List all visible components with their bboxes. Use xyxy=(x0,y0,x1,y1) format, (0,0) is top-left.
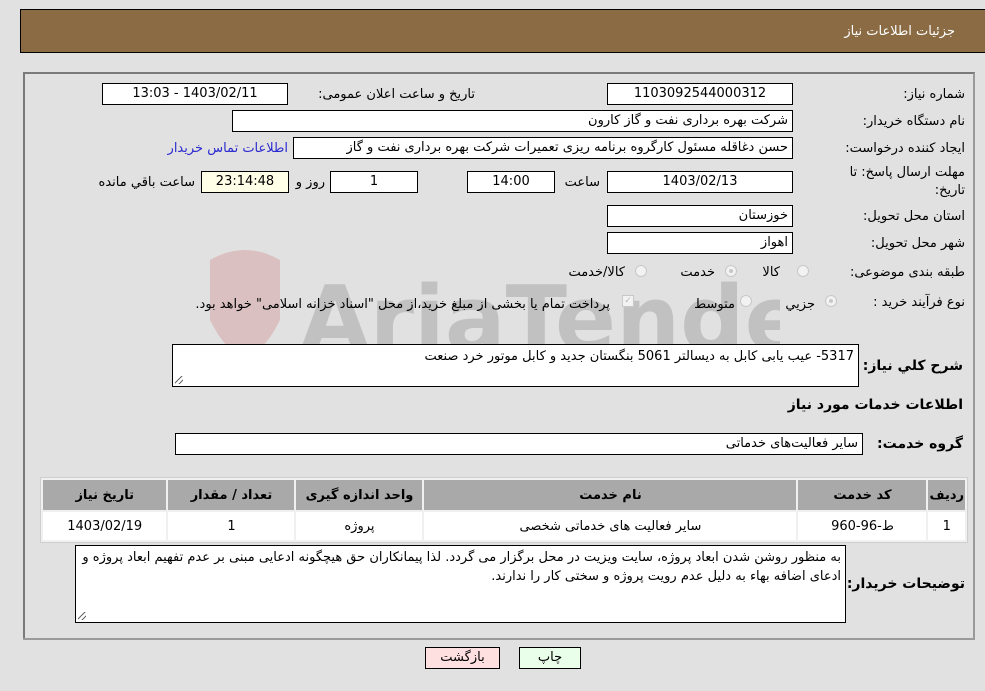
cell-service-name: سایر فعالیت های خدماتی شخصی xyxy=(424,512,797,540)
service-group-field: سایر فعالیت‌های خدماتی xyxy=(175,433,863,455)
process-option-minor: جزيي xyxy=(785,297,815,312)
col-row-number: ردیف xyxy=(928,480,965,510)
province-label: استان محل تحویل: xyxy=(863,209,965,224)
table-header-row: ردیف کد خدمت نام خدمت واحد اندازه گیری ت… xyxy=(43,480,965,510)
description-label: شرح کلي نیاز: xyxy=(862,358,963,374)
requester-field: حسن دغاقله مسئول کارگروه برنامه ریزی تعم… xyxy=(293,137,793,159)
col-quantity: تعداد / مقدار xyxy=(168,480,295,510)
cell-quantity: 1 xyxy=(168,512,295,540)
deadline-time-field: 14:00 xyxy=(467,171,555,193)
page-title: جزئیات اطلاعات نیاز xyxy=(844,24,955,39)
remaining-time-field: 23:14:48 xyxy=(201,171,289,193)
treasury-checkbox[interactable]: ✓ xyxy=(622,295,634,307)
announce-datetime-label: تاریخ و ساعت اعلان عمومی: xyxy=(318,87,475,102)
buyer-notes-label: توضیحات خریدار: xyxy=(846,576,965,592)
category-radio-goods[interactable] xyxy=(797,265,809,277)
col-service-name: نام خدمت xyxy=(424,480,797,510)
services-table: ردیف کد خدمت نام خدمت واحد اندازه گیری ت… xyxy=(40,477,968,543)
service-group-label: گروه خدمت: xyxy=(877,436,963,452)
treasury-note: پرداخت تمام یا بخشی از مبلغ خرید،از محل … xyxy=(195,297,610,312)
col-service-code: کد خدمت xyxy=(798,480,927,510)
announce-datetime-field: 1403/02/11 - 13:03 xyxy=(102,83,288,105)
category-label: طبقه بندی موضوعی: xyxy=(849,265,965,280)
remaining-days-field: 1 xyxy=(330,171,418,193)
days-label: روز و xyxy=(295,175,325,190)
table-row: 1 ط-96-960 سایر فعالیت های خدماتی شخصی پ… xyxy=(43,512,965,540)
page-header: جزئیات اطلاعات نیاز xyxy=(20,9,985,53)
city-field: اهواز xyxy=(607,232,793,254)
col-unit: واحد اندازه گیری xyxy=(296,480,423,510)
back-button[interactable]: بازگشت xyxy=(425,647,500,669)
deadline-date-field: 1403/02/13 xyxy=(607,171,793,193)
resize-grip-icon[interactable] xyxy=(78,612,86,620)
requester-label: ایجاد کننده درخواست: xyxy=(845,141,965,156)
description-text: 5317- عیب یابی کابل به دیسالتر 5061 بنگس… xyxy=(424,349,854,364)
city-label: شهر محل تحویل: xyxy=(870,236,965,251)
need-number-field: 1103092544000312 xyxy=(607,83,793,105)
buyer-org-field: شرکت بهره برداری نفت و گاز کارون xyxy=(232,110,793,132)
category-radio-goods-service[interactable] xyxy=(635,265,647,277)
process-radio-minor[interactable] xyxy=(825,295,837,307)
category-option-goods-service: کالا/خدمت xyxy=(568,265,625,280)
category-option-goods: کالا xyxy=(762,265,780,280)
cell-service-code: ط-96-960 xyxy=(798,512,927,540)
process-radio-medium[interactable] xyxy=(740,295,752,307)
buyer-contact-link[interactable]: اطلاعات تماس خریدار xyxy=(168,141,288,156)
cell-row-number: 1 xyxy=(928,512,965,540)
panel-bottom-divider xyxy=(23,638,975,640)
remaining-label: ساعت باقي مانده xyxy=(98,175,195,190)
process-type-label: نوع فرآیند خرید : xyxy=(873,295,965,310)
need-number-label: شماره نیاز: xyxy=(903,87,965,102)
resize-grip-icon[interactable] xyxy=(175,376,183,384)
description-textarea[interactable]: 5317- عیب یابی کابل به دیسالتر 5061 بنگس… xyxy=(172,344,859,387)
services-heading: اطلاعات خدمات مورد نیاز xyxy=(787,397,963,413)
buyer-org-label: نام دستگاه خریدار: xyxy=(862,114,965,129)
print-button[interactable]: چاپ xyxy=(519,647,581,669)
province-field: خوزستان xyxy=(607,205,793,227)
buyer-notes-textarea[interactable]: به منظور روشن شدن ابعاد پروژه، سایت ویزی… xyxy=(75,545,846,623)
deadline-label: مهلت ارسال پاسخ: تا تاریخ: xyxy=(849,165,965,198)
category-radio-service[interactable] xyxy=(725,265,737,277)
process-option-medium: متوسط xyxy=(694,297,735,312)
buyer-notes-text: به منظور روشن شدن ابعاد پروژه، سایت ویزی… xyxy=(82,550,841,584)
deadline-time-label: ساعت xyxy=(564,175,600,190)
category-option-service: خدمت xyxy=(680,265,715,280)
col-need-date: تاریخ نیاز xyxy=(43,480,167,510)
cell-need-date: 1403/02/19 xyxy=(43,512,167,540)
cell-unit: پروژه xyxy=(296,512,423,540)
